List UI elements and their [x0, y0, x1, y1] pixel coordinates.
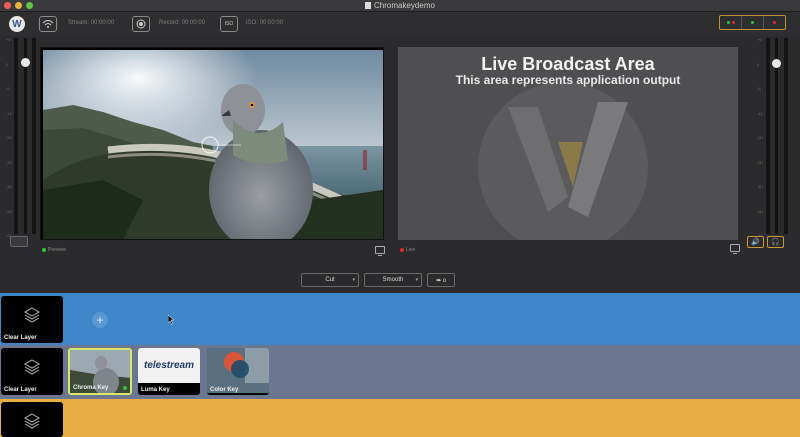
stream-label: Stream: 00:00:00 [68, 20, 115, 26]
logo-letter: W [12, 18, 22, 30]
transition-style-select[interactable]: Smooth ▾ [364, 273, 422, 287]
right-volume-knob[interactable] [772, 59, 781, 68]
preview-label: Preview [42, 247, 66, 253]
clear-layer-label: Clear Layer [4, 387, 37, 393]
iso-label: ISO: 00:00:00 [246, 20, 284, 26]
live-subtitle: This area represents application output [455, 73, 681, 87]
app-logo[interactable]: W [9, 16, 25, 32]
tally-cell-2[interactable] [742, 16, 764, 29]
layer-middle: Clear Layer Chroma Key telestream Luma K… [0, 345, 800, 399]
clear-layer-thumb[interactable]: Clear Layer [1, 348, 63, 395]
clear-layer-thumb[interactable]: Clear Layer [1, 296, 63, 343]
luma-key-label: Luma Key [141, 387, 170, 393]
chroma-key-label: Chroma Key [73, 385, 109, 391]
live-title: Live Broadcast Area [481, 54, 655, 74]
layers-icon [23, 307, 41, 323]
layer-top: Clear Layer + [0, 293, 800, 345]
right-audio-meter-1 [766, 38, 770, 234]
speaker-icon[interactable]: 🔊 [747, 236, 764, 248]
monitor-icon[interactable] [730, 244, 740, 254]
right-meter-scale: +6 0 -6 -12 -20 -30 -40 -50 -60 [757, 37, 763, 238]
chroma-key-source[interactable]: Chroma Key [68, 348, 132, 395]
telestream-logo: telestream [138, 348, 200, 383]
tally-indicators[interactable] [719, 15, 786, 30]
active-indicator [123, 386, 127, 390]
tally-cell-3[interactable] [764, 16, 785, 29]
go-button[interactable]: ➡ o [427, 273, 455, 287]
live-output: Live Broadcast Area This area represents… [398, 47, 738, 240]
preview-image [43, 50, 383, 239]
color-key-label: Color Key [210, 387, 239, 393]
layers-icon [23, 413, 41, 429]
mouse-cursor-icon [168, 315, 175, 325]
iso-time: 00:00:00 [259, 20, 284, 26]
right-audio-meter-2 [784, 38, 788, 234]
add-source-button[interactable]: + [92, 312, 108, 328]
chevron-down-icon: ▾ [415, 277, 418, 283]
luma-key-source[interactable]: telestream Luma Key [138, 348, 200, 395]
layers-icon [23, 359, 41, 375]
toolbar: W Stream: 00:00:00 Record: 00:00:00 ISO … [0, 12, 800, 36]
wifi-icon[interactable] [39, 16, 57, 32]
left-volume-track[interactable] [24, 38, 27, 234]
window-title: Chromakeydemo [0, 1, 800, 10]
tally-cell-1[interactable] [720, 16, 742, 29]
transition-bar: Cut ▾ Smooth ▾ ➡ o [0, 262, 800, 292]
chevron-down-icon: ▾ [352, 277, 355, 283]
stream-time: 00:00:00 [90, 20, 115, 26]
left-volume-knob[interactable] [21, 58, 30, 67]
record-label: Record: 00:00:00 [159, 20, 206, 26]
record-time: 00:00:00 [181, 20, 206, 26]
document-icon [365, 2, 372, 9]
headphones-icon[interactable]: 🎧 [767, 236, 784, 248]
record-icon[interactable] [132, 16, 150, 32]
left-meter-scale: +6 0 -6 -12 -20 -30 -40 -50 -60 [6, 37, 12, 238]
color-key-source[interactable]: Color Key [207, 348, 269, 395]
clear-layer-label: Clear Layer [4, 335, 37, 341]
left-audio-meter-1 [14, 38, 18, 234]
title-bar: Chromakeydemo [0, 0, 800, 12]
monitor-icon[interactable] [375, 246, 385, 256]
transition-type-select[interactable]: Cut ▾ [301, 273, 359, 287]
live-label: Live [400, 247, 415, 253]
left-audio-meter-2 [32, 38, 36, 234]
left-mute-button[interactable] [10, 236, 28, 247]
iso-icon[interactable]: ISO [220, 16, 238, 32]
layer-bottom [0, 399, 800, 437]
preview-monitor[interactable] [40, 47, 384, 240]
clear-layer-thumb[interactable] [1, 402, 63, 437]
